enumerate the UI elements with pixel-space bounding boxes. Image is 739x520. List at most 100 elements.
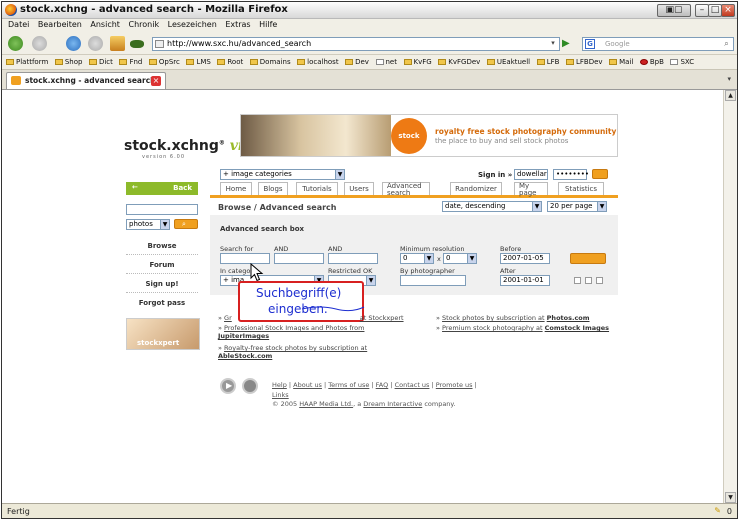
option-checkbox-2[interactable] [585,277,592,284]
bookmark-item[interactable]: net [375,58,397,66]
stop-icon[interactable] [88,36,103,51]
search-type-select[interactable]: photos ▼ [126,219,170,230]
and-input-2[interactable] [328,253,378,264]
bookmark-item[interactable]: Domains [249,58,291,66]
ad-link-ablestock[interactable]: » Royalty-free stock photos by subscript… [218,344,418,360]
vertical-scrollbar[interactable]: ▲ ▼ [723,90,737,503]
bookmark-item[interactable]: SXC [670,58,694,66]
tab-users[interactable]: Users [344,182,374,195]
nav-signup[interactable]: Sign up! [126,275,198,293]
password-input[interactable]: •••••••• [553,169,589,180]
tab-home[interactable]: Home [220,182,252,195]
url-bar[interactable]: http://www.sxc.hu/advanced_search ▾ [152,37,560,51]
option-checkbox-1[interactable] [574,277,581,284]
tab-blogs[interactable]: Blogs [258,182,288,195]
menu-ansicht[interactable]: Ansicht [90,20,120,29]
quick-search-input[interactable] [126,204,198,215]
bookmark-item[interactable]: Fnd [119,58,142,66]
bookmark-item[interactable]: UEaktuell [486,58,530,66]
after-date-input[interactable]: 2001-01-01 [500,275,550,286]
menu-hilfe[interactable]: Hilfe [259,20,277,29]
ad-link-photos-com[interactable]: » Stock photos by subscription at Photos… [436,314,590,322]
image-categories-select[interactable]: + image categories ▼ [220,169,345,180]
bookmark-item[interactable]: LFBDev [565,58,603,66]
google-icon[interactable]: G [585,39,595,49]
and-input-1[interactable] [274,253,324,264]
scroll-up-icon[interactable]: ▲ [725,90,736,101]
menu-chronik[interactable]: Chronik [128,20,159,29]
signin-button[interactable] [592,169,608,179]
maximize-button[interactable]: □ [708,4,722,17]
leaf-icon[interactable] [130,40,144,48]
stockxpert-banner[interactable]: stock xpert royalty free stock photograp… [240,114,618,176]
footer-contact[interactable]: Contact us [395,381,430,389]
bookmark-item[interactable]: Root [217,58,243,66]
bookmark-item[interactable]: Mail [609,58,633,66]
stockxpert-side-banner[interactable]: stockxpert [126,318,200,350]
bookmark-item[interactable]: KvFG [403,58,432,66]
tab-randomizer[interactable]: Randomizer [450,182,502,195]
footer-about[interactable]: About us [293,381,322,389]
bookmark-item[interactable]: Shop [54,58,82,66]
tab-advanced-search[interactable]: stock.xchng - advanced search × [6,72,166,89]
reload-icon[interactable] [66,36,81,51]
footer-promote[interactable]: Promote us [436,381,473,389]
parent-company-link[interactable]: Dream Interactive [363,400,422,408]
menu-extras[interactable]: Extras [225,20,250,29]
close-window-button[interactable]: × [721,4,735,17]
haap-logo-icon[interactable] [242,378,258,394]
tab-statistics[interactable]: Statistics [558,182,604,195]
bookmark-item[interactable]: Dev [345,58,369,66]
ad-link-comstock[interactable]: » Premium stock photography at Comstock … [436,324,616,332]
site-logo[interactable]: stock.xchng® vi [124,138,243,154]
ad-link-stockxpert[interactable]: » Gr at Stockxpert [218,314,404,322]
username-input[interactable]: dowellar [514,169,548,180]
tab-advanced-search-site[interactable]: Advanced search [382,182,430,197]
bookmark-item[interactable]: LMS [186,58,211,66]
bookmark-item[interactable]: LFB [536,58,559,66]
search-icon[interactable]: ⌕ [721,39,732,49]
before-date-input[interactable]: 2007-01-05 [500,253,550,264]
tab-tutorials[interactable]: Tutorials [296,182,338,195]
res-height-select[interactable]: 0 ▼ [443,253,477,264]
footer-help[interactable]: Help [272,381,287,389]
menu-bearbeiten[interactable]: Bearbeiten [38,20,82,29]
home-icon[interactable] [110,36,125,51]
bookmark-item[interactable]: OpSrc [148,58,180,66]
pencil-icon[interactable]: ✎ [714,506,721,515]
res-width-select[interactable]: 0 ▼ [400,253,434,264]
sort-order-select[interactable]: date, descending ▼ [442,201,542,212]
chevron-down-icon[interactable]: ▾ [548,39,558,49]
tab-my-page[interactable]: My page [514,182,548,197]
per-page-select[interactable]: 20 per page ▼ [547,201,607,212]
nav-forum[interactable]: Forum [126,256,198,274]
web-search-input[interactable]: G Google ⌕ [582,37,734,51]
tab-list-icon[interactable]: ▾ [727,75,731,83]
company-link[interactable]: HAAP Media Ltd. [299,400,353,408]
bookmark-item[interactable]: KvFGDev [438,58,480,66]
bookmark-item[interactable]: localhost [297,58,339,66]
forward-icon[interactable] [32,36,47,51]
footer-faq[interactable]: FAQ [376,381,389,389]
minimize-button[interactable]: – [695,4,709,17]
submit-search-button[interactable] [570,253,606,264]
quick-search-button[interactable]: ⌕ [174,219,198,229]
bookmark-item[interactable]: BpB [639,58,664,66]
bookmark-item[interactable]: Dict [88,58,113,66]
nav-forgot-pass[interactable]: Forgot pass [126,294,198,312]
ad-link-jupiterimages[interactable]: » Professional Stock Images and Photos f… [218,324,418,340]
scroll-down-icon[interactable]: ▼ [725,492,736,503]
footer-terms[interactable]: Terms of use [328,381,369,389]
photographer-input[interactable] [400,275,466,286]
menu-lesezeichen[interactable]: Lesezeichen [168,20,217,29]
extension-icon[interactable]: ▣▢ [657,4,691,17]
nav-browse[interactable]: Browse [126,237,198,255]
bookmark-item[interactable]: Plattform [6,58,48,66]
go-icon[interactable]: ▶ [562,38,574,50]
menu-datei[interactable]: Datei [8,20,29,29]
back-icon[interactable] [8,36,23,51]
close-tab-icon[interactable]: × [151,76,161,86]
play-icon[interactable]: ▶ [220,378,236,394]
footer-links-link[interactable]: Links [272,391,289,399]
option-checkbox-3[interactable] [596,277,603,284]
